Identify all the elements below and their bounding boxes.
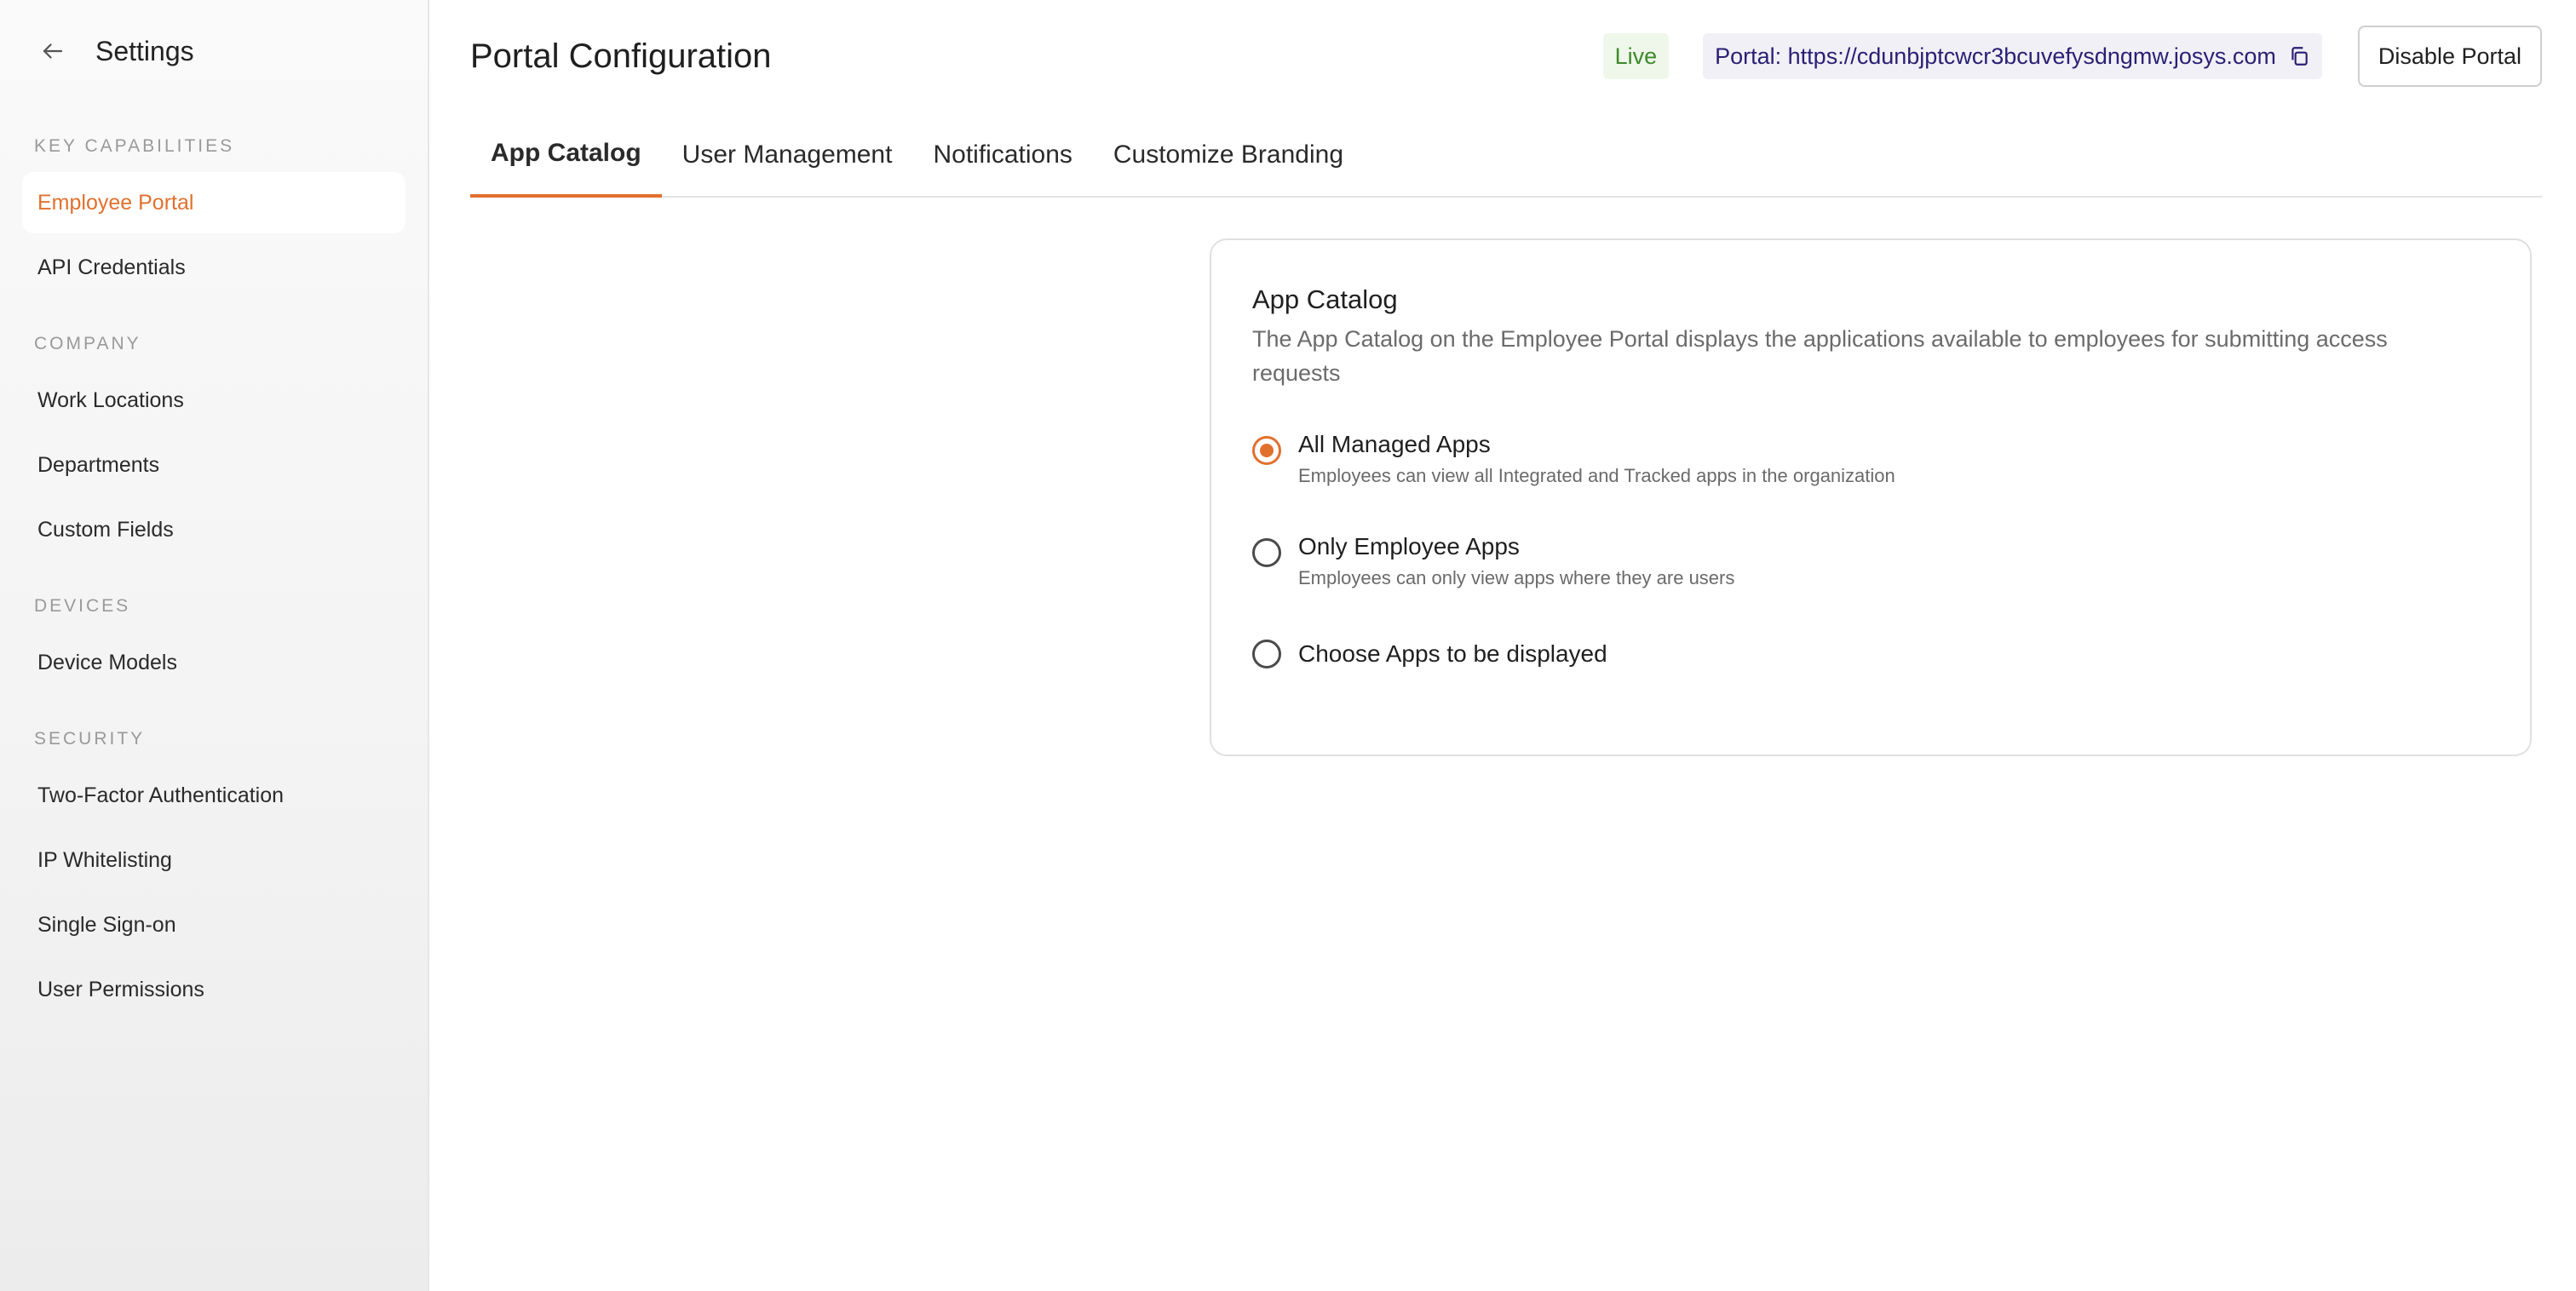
radio-choose-apps[interactable]	[1252, 640, 1281, 668]
radio-all-managed-apps[interactable]	[1252, 436, 1281, 465]
header-actions: Live Portal: https://cdunbjptcwcr3bcuvef…	[1602, 26, 2542, 87]
page-header: Portal Configuration Live Portal: https:…	[470, 0, 2542, 112]
tab-notifications[interactable]: Notifications	[912, 112, 1092, 198]
tab-app-catalog[interactable]: App Catalog	[470, 112, 662, 198]
sidebar-item-single-sign-on[interactable]: Single Sign-on	[22, 894, 405, 955]
sidebar-item-device-models[interactable]: Device Models	[22, 632, 405, 693]
main-content: Portal Configuration Live Portal: https:…	[429, 0, 2576, 1291]
back-arrow-icon[interactable]	[29, 27, 77, 75]
portal-url-chip[interactable]: Portal: https://cdunbjptcwcr3bcuvefysdng…	[1703, 33, 2322, 79]
sidebar-item-ip-whitelisting[interactable]: IP Whitelisting	[22, 829, 405, 891]
radio-only-employee-apps[interactable]	[1252, 538, 1281, 567]
option-only-employee-apps[interactable]: Only Employee Apps Employees can only vi…	[1252, 531, 2489, 589]
sidebar-item-custom-fields[interactable]: Custom Fields	[22, 499, 405, 560]
sidebar-item-user-permissions[interactable]: User Permissions	[22, 959, 405, 1020]
section-label-key-capabilities: KEY CAPABILITIES	[34, 136, 235, 156]
sidebar-header: Settings	[22, 0, 405, 102]
option-label: Only Employee Apps	[1298, 533, 1520, 559]
option-text: Only Employee Apps Employees can only vi…	[1298, 531, 1734, 589]
app-root: Settings KEY CAPABILITIES Employee Porta…	[0, 0, 2576, 1291]
portal-url-text: Portal: https://cdunbjptcwcr3bcuvefysdng…	[1715, 43, 2276, 69]
option-sublabel: Employees can only view apps where they …	[1298, 567, 1735, 588]
option-choose-apps[interactable]: Choose Apps to be displayed	[1252, 639, 2489, 669]
section-label-company: COMPANY	[34, 334, 141, 353]
option-all-managed-apps[interactable]: All Managed Apps Employees can view all …	[1252, 429, 2489, 487]
sidebar-item-work-locations[interactable]: Work Locations	[22, 370, 405, 431]
tab-customize-branding[interactable]: Customize Branding	[1093, 112, 1364, 198]
sidebar-item-two-factor-authentication[interactable]: Two-Factor Authentication	[22, 765, 405, 826]
tab-bar: App Catalog User Management Notification…	[470, 112, 2542, 198]
copy-icon[interactable]	[2288, 45, 2310, 67]
app-catalog-card: App Catalog The App Catalog on the Emplo…	[1210, 238, 2532, 756]
section-label-security: SECURITY	[34, 729, 146, 749]
option-label: Choose Apps to be displayed	[1298, 640, 1607, 667]
disable-portal-button[interactable]: Disable Portal	[2357, 26, 2542, 87]
status-badge: Live	[1602, 33, 1670, 79]
sidebar-title: Settings	[95, 35, 194, 66]
option-text: Choose Apps to be displayed	[1298, 639, 1607, 669]
settings-sidebar: Settings KEY CAPABILITIES Employee Porta…	[0, 0, 429, 1291]
section-label-devices: DEVICES	[34, 596, 131, 616]
card-description: The App Catalog on the Employee Portal d…	[1252, 326, 2388, 386]
sidebar-item-departments[interactable]: Departments	[22, 434, 405, 496]
sidebar-item-api-credentials[interactable]: API Credentials	[22, 237, 405, 298]
option-sublabel: Employees can view all Integrated and Tr…	[1298, 465, 1895, 486]
option-text: All Managed Apps Employees can view all …	[1298, 429, 1895, 487]
sidebar-item-employee-portal[interactable]: Employee Portal	[22, 172, 405, 233]
page-title: Portal Configuration	[470, 37, 772, 75]
card-title: App Catalog	[1252, 284, 1398, 314]
tab-user-management[interactable]: User Management	[662, 112, 913, 198]
option-label: All Managed Apps	[1298, 431, 1491, 457]
